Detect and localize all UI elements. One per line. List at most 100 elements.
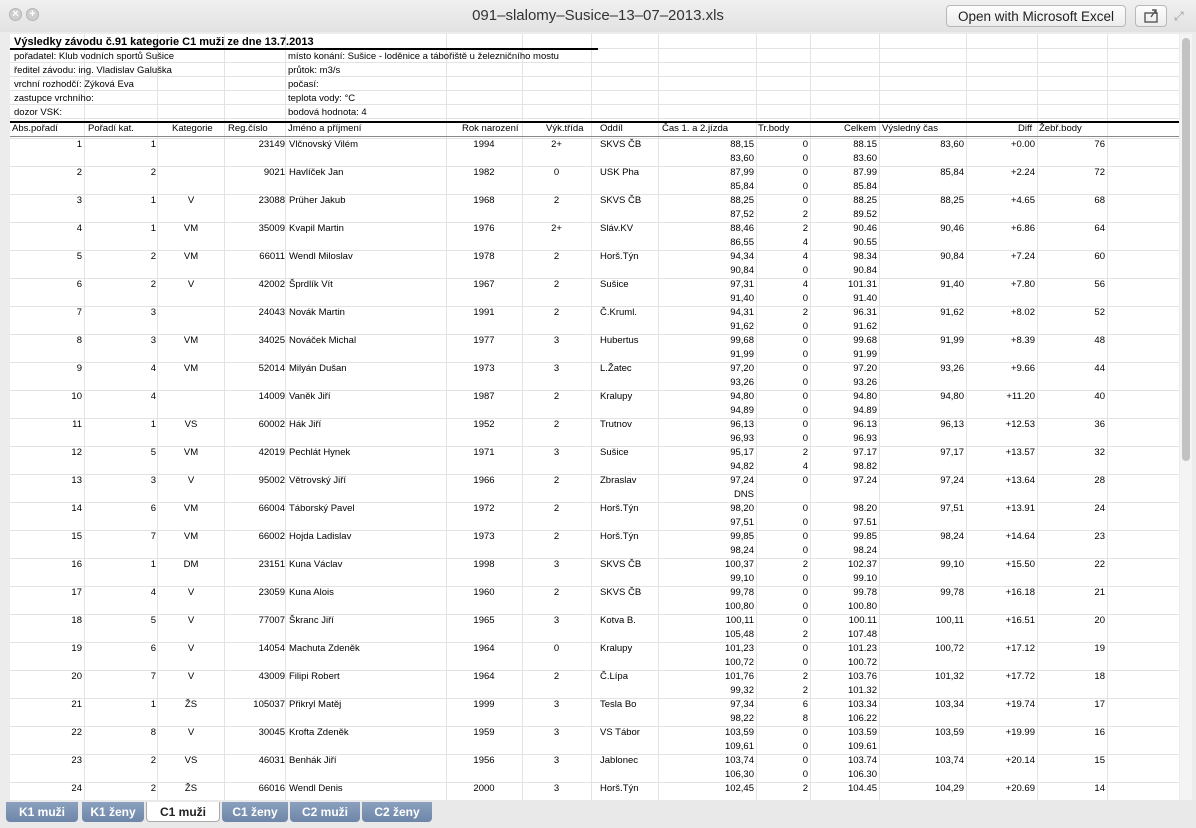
table-cell-kat: 1 bbox=[150, 699, 156, 710]
table-cell-c1: 90.46 bbox=[853, 223, 877, 234]
table-cell-year: 1999 bbox=[473, 699, 495, 710]
table-cell-p2: 0 bbox=[802, 293, 808, 304]
table-cell-p1: 0 bbox=[802, 363, 808, 374]
table-cell-abs: 12 bbox=[71, 447, 82, 458]
sheet-tab[interactable]: C1 ženy bbox=[222, 802, 288, 822]
table-cell-t1: 101,76 bbox=[724, 671, 754, 682]
column-header: Abs.pořadí bbox=[12, 123, 58, 134]
table-cell-t1: 94,80 bbox=[730, 391, 754, 402]
table-cell-abs: 24 bbox=[71, 783, 82, 794]
table-cell-abs: 5 bbox=[76, 251, 82, 262]
table-cell-cat: VM bbox=[183, 447, 199, 458]
table-cell-res: 88,25 bbox=[940, 195, 964, 206]
table-cell-year: 1967 bbox=[473, 279, 495, 290]
table-cell-year: 1998 bbox=[473, 559, 495, 570]
table-cell-cat: V bbox=[187, 643, 195, 654]
table-cell-cls: 2 bbox=[553, 587, 560, 598]
table-cell-p1: 4 bbox=[802, 251, 808, 262]
grid-column-line bbox=[591, 34, 592, 800]
share-button[interactable] bbox=[1135, 5, 1167, 27]
table-cell-res: 90,84 bbox=[940, 251, 964, 262]
table-cell-p2: 4 bbox=[802, 237, 808, 248]
table-cell-c2: 100.80 bbox=[847, 601, 877, 612]
table-cell-t1: 97,34 bbox=[730, 699, 754, 710]
table-cell-kat: 4 bbox=[150, 363, 156, 374]
sheet-tab[interactable]: K1 ženy bbox=[82, 802, 144, 822]
table-cell-year: 1964 bbox=[473, 671, 495, 682]
open-with-excel-button[interactable]: Open with Microsoft Excel bbox=[946, 5, 1126, 27]
table-cell-diff: +7.24 bbox=[1010, 251, 1035, 262]
table-cell-cls: 0 bbox=[553, 643, 560, 654]
table-cell-p2: 0 bbox=[802, 153, 808, 164]
table-cell-cat: V bbox=[187, 279, 195, 290]
title-bar: × + 091–slalomy–Susice–13–07–2013.xls Op… bbox=[0, 0, 1196, 32]
table-cell-cls: 2 bbox=[553, 391, 560, 402]
table-cell-kat: 8 bbox=[150, 727, 156, 738]
table-cell-t2: 93,26 bbox=[730, 377, 754, 388]
expand-icon[interactable]: ⤢ bbox=[1174, 9, 1184, 24]
table-cell-name: Wendl Denis bbox=[289, 783, 343, 794]
table-cell-p2: 0 bbox=[802, 769, 808, 780]
table-cell-cls: 3 bbox=[553, 363, 560, 374]
table-cell-kat: 2 bbox=[150, 167, 156, 178]
vertical-scrollbar[interactable] bbox=[1180, 34, 1192, 800]
table-cell-kat: 3 bbox=[150, 335, 156, 346]
sheet-tab[interactable]: C2 ženy bbox=[362, 802, 432, 822]
table-cell-reg: 66011 bbox=[259, 251, 285, 262]
table-cell-abs: 11 bbox=[72, 419, 82, 430]
table-cell-cat: VM bbox=[183, 363, 199, 374]
table-cell-res: 99,78 bbox=[940, 587, 964, 598]
table-cell-res: 103,74 bbox=[934, 755, 964, 766]
table-cell-club: Kralupy bbox=[600, 643, 633, 654]
table-cell-p1: 2 bbox=[802, 783, 808, 794]
table-cell-res: 103,34 bbox=[934, 699, 964, 710]
sheet-tab[interactable]: K1 muži bbox=[6, 802, 78, 822]
table-cell-pts: 60 bbox=[1094, 251, 1105, 262]
table-cell-year: 1991 bbox=[473, 307, 495, 318]
sheet-tab[interactable]: C1 muži bbox=[146, 802, 220, 822]
table-cell-pts: 22 bbox=[1094, 559, 1105, 570]
table-cell-cls: 2 bbox=[553, 531, 560, 542]
table-cell-p1: 0 bbox=[802, 755, 808, 766]
table-cell-club: Horš.Týn bbox=[600, 251, 639, 262]
sheet-tab[interactable]: C2 muži bbox=[290, 802, 360, 822]
table-cell-c1: 101.31 bbox=[847, 279, 877, 290]
table-cell-p2: 0 bbox=[802, 657, 808, 668]
table-cell-reg: 23088 bbox=[258, 195, 285, 206]
table-cell-t2: 96,93 bbox=[730, 433, 754, 444]
table-cell-club: Tesla Bo bbox=[600, 699, 637, 710]
table-cell-c2: 97.51 bbox=[853, 517, 877, 528]
table-cell-c1: 96.31 bbox=[853, 307, 877, 318]
table-cell-club: SKVS ČB bbox=[600, 139, 642, 150]
table-cell-c1: 99.68 bbox=[853, 335, 877, 346]
table-cell-cat: V bbox=[187, 727, 195, 738]
table-cell-reg: 23149 bbox=[258, 139, 285, 150]
table-cell-t1: 99,68 bbox=[730, 335, 754, 346]
table-cell-name: Kuna Václav bbox=[289, 559, 343, 570]
column-header: Reg.číslo bbox=[228, 123, 268, 134]
table-cell-res: 104,29 bbox=[934, 783, 964, 794]
table-cell-c1: 88.15 bbox=[853, 139, 877, 150]
info-right-0: místo konání: Sušice - loděnice a táboři… bbox=[288, 51, 559, 62]
table-cell-diff: +13.64 bbox=[1005, 475, 1035, 486]
table-cell-reg: 95002 bbox=[258, 475, 285, 486]
info-left-4: dozor VSK: bbox=[14, 107, 63, 118]
table-cell-t1: 97,31 bbox=[730, 279, 754, 290]
table-cell-c2: 99.10 bbox=[853, 573, 877, 584]
table-cell-cat: VS bbox=[184, 755, 198, 766]
table-cell-cat: V bbox=[187, 615, 195, 626]
scrollbar-thumb[interactable] bbox=[1182, 38, 1190, 461]
table-cell-abs: 3 bbox=[76, 195, 82, 206]
column-header: Kategorie bbox=[172, 123, 213, 134]
table-cell-abs: 15 bbox=[71, 531, 82, 542]
table-cell-c1: 97.20 bbox=[853, 363, 877, 374]
table-cell-kat: 7 bbox=[150, 531, 156, 542]
table-cell-pts: 32 bbox=[1094, 447, 1105, 458]
table-cell-cat: V bbox=[187, 587, 195, 598]
table-cell-kat: 4 bbox=[150, 391, 156, 402]
column-header: Diff bbox=[1018, 123, 1033, 134]
table-cell-name: Šprdlík Vít bbox=[289, 279, 333, 290]
info-right-2: počasí: bbox=[288, 79, 319, 90]
table-cell-pts: 44 bbox=[1094, 363, 1105, 374]
table-cell-diff: +4.65 bbox=[1010, 195, 1035, 206]
